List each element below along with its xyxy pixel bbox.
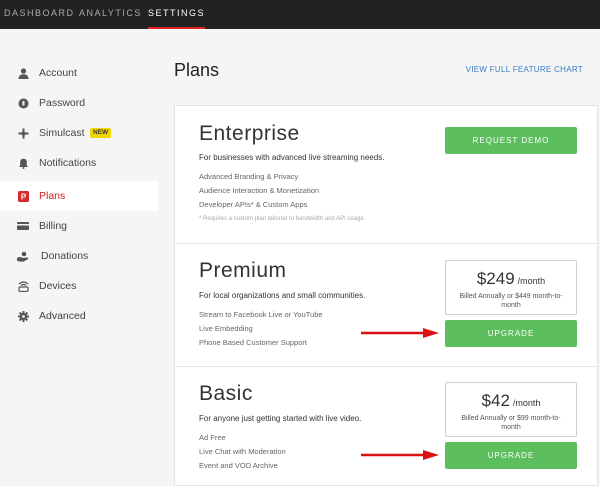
plan-name: Basic [199, 382, 253, 405]
sidebar-item-donations[interactable]: Donations [0, 241, 158, 271]
plan-enterprise: Enterprise For businesses with advanced … [175, 106, 597, 244]
sidebar-item-advanced[interactable]: Advanced [0, 301, 158, 331]
plan-basic: Basic For anyone just getting started wi… [175, 367, 597, 486]
plans-panel: Enterprise For businesses with advanced … [174, 105, 598, 486]
sidebar-item-billing[interactable]: Billing [0, 211, 158, 241]
plan-description: For anyone just getting started with liv… [199, 414, 362, 423]
upgrade-basic-button[interactable]: UPGRADE [445, 442, 577, 469]
sidebar-item-label: Password [39, 97, 86, 109]
sidebar-item-label: Plans [39, 190, 66, 202]
billing-note: Billed Annually or $99 month-to-month [461, 415, 561, 431]
plan-feature: Event and VOD Archive [199, 461, 278, 470]
plan-feature: Advanced Branding & Privacy [199, 172, 299, 181]
sidebar-item-label: Account [39, 67, 77, 79]
devices-icon [17, 280, 29, 292]
sidebar-item-label: Devices [39, 280, 77, 292]
sidebar-item-plans[interactable]: P Plans [0, 181, 158, 211]
plan-feature: Audience Interaction & Monetization [199, 186, 320, 195]
plan-feature: Phone Based Customer Support [199, 338, 307, 347]
billing-note: Billed Annually or $449 month-to-month [459, 293, 563, 309]
plan-description: For local organizations and small commun… [199, 291, 366, 300]
sidebar-item-label: Billing [39, 220, 68, 232]
sidebar-item-label: Notifications [39, 157, 97, 169]
plan-feature: Live Chat with Moderation [199, 447, 286, 456]
plan-name: Premium [199, 259, 287, 282]
sidebar-item-label: Simulcast [39, 127, 85, 139]
sidebar-item-devices[interactable]: Devices [0, 271, 158, 301]
upgrade-premium-button[interactable]: UPGRADE [445, 320, 577, 347]
page-title: Plans [174, 60, 220, 80]
lock-icon [17, 97, 29, 109]
new-badge: NEW [90, 128, 112, 138]
bell-icon [17, 157, 29, 169]
request-demo-button[interactable]: REQUEST DEMO [445, 127, 577, 154]
price: $42/month [446, 391, 576, 411]
gear-icon [17, 310, 29, 322]
credit-card-icon [17, 220, 29, 232]
plan-name: Enterprise [199, 122, 300, 145]
price-period: /month [512, 398, 541, 408]
plan-feature: Ad Free [199, 433, 226, 442]
plan-feature: Developer APIs* & Custom Apps [199, 200, 308, 209]
annotation-arrow [361, 328, 439, 338]
sidebar-item-label: Advanced [39, 310, 86, 322]
annotation-arrow [361, 450, 439, 460]
sidebar-item-label: Donations [41, 250, 89, 262]
top-nav: DASHBOARD ANALYTICS SETTINGS [0, 0, 600, 29]
tab-settings[interactable]: SETTINGS [148, 0, 206, 29]
sidebar-item-notifications[interactable]: Notifications [0, 148, 158, 178]
sidebar-item-simulcast[interactable]: Simulcast NEW [0, 118, 158, 148]
simulcast-icon [17, 127, 29, 139]
price-box: $42/month Billed Annually or $99 month-t… [445, 382, 577, 437]
plan-note: * Requires a custom plan tailored to ban… [199, 216, 366, 222]
plan-feature: Stream to Facebook Live or YouTube [199, 310, 323, 319]
price-amount: $249 [476, 269, 515, 288]
donation-icon [17, 250, 29, 262]
plan-premium: Premium For local organizations and smal… [175, 244, 597, 367]
price-period: /month [517, 276, 546, 286]
sidebar-item-password[interactable]: Password [0, 88, 158, 118]
price-box: $249/month Billed Annually or $449 month… [445, 260, 577, 315]
svg-text:P: P [20, 192, 26, 201]
sidebar-item-account[interactable]: Account [0, 58, 158, 88]
plan-feature: Live Embedding [199, 324, 253, 333]
view-feature-chart-link[interactable]: VIEW FULL FEATURE CHART [466, 65, 583, 74]
tab-analytics[interactable]: ANALYTICS [79, 0, 142, 29]
plan-description: For businesses with advanced live stream… [199, 153, 385, 162]
plans-icon: P [17, 190, 29, 202]
price: $249/month [446, 269, 576, 289]
user-icon [17, 67, 29, 79]
tab-dashboard[interactable]: DASHBOARD [4, 0, 75, 29]
price-amount: $42 [481, 391, 510, 410]
